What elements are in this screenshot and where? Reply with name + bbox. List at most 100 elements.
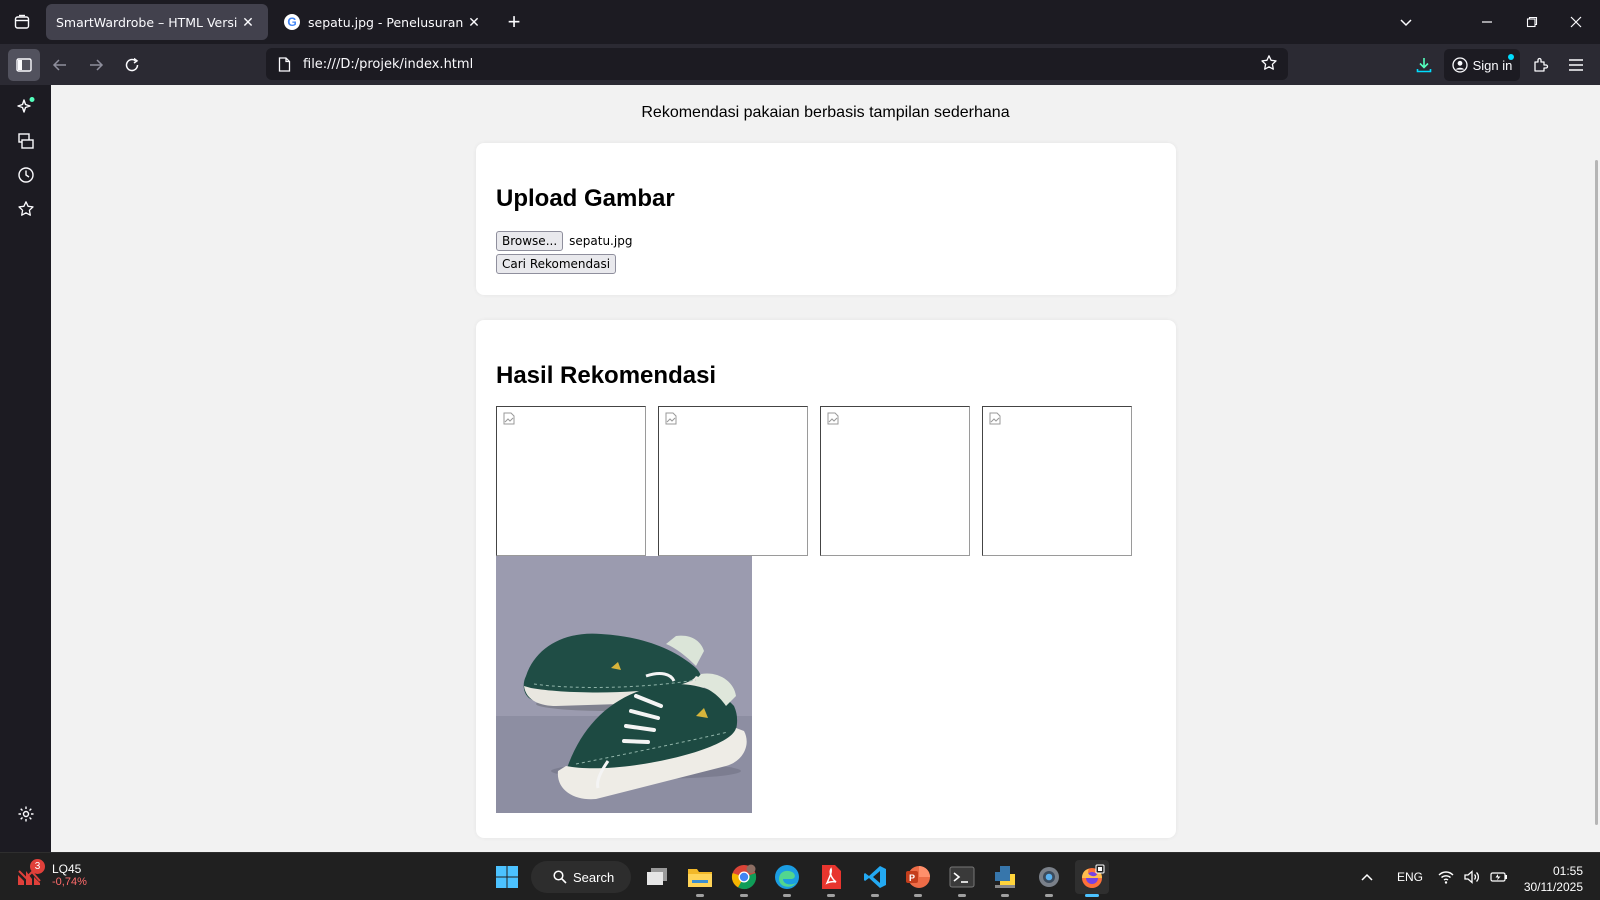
tab-strip: SmartWardrobe – HTML Version ✕ G sepatu.… [0, 0, 1600, 44]
page-scrollbar[interactable] [1595, 160, 1598, 825]
minimize-button[interactable] [1470, 6, 1504, 38]
tab-google-search[interactable]: G sepatu.jpg - Penelusuran Google ✕ [274, 4, 494, 40]
broken-image-icon [503, 412, 515, 425]
gear-icon [18, 806, 34, 822]
url-bar[interactable]: file:///D:/projek/index.html [266, 48, 1288, 80]
reload-button[interactable] [116, 49, 148, 81]
sidebar-icon [16, 58, 32, 72]
broken-image-icon [989, 412, 1001, 425]
sparkle-icon [17, 97, 35, 113]
tab-title: sepatu.jpg - Penelusuran Google [308, 14, 464, 30]
menu-button[interactable] [1560, 49, 1592, 81]
download-icon [1416, 58, 1432, 73]
broken-image[interactable] [982, 406, 1132, 556]
system-clock[interactable]: 01:55 30/11/2025 [1524, 863, 1583, 895]
extensions-button[interactable] [1525, 49, 1557, 81]
running-indicator [740, 894, 748, 897]
close-window-button[interactable] [1559, 6, 1593, 38]
selected-filename: sepatu.jpg [569, 234, 633, 248]
firefox-button[interactable] [1075, 860, 1109, 897]
terminal-button[interactable] [945, 860, 979, 897]
broken-image[interactable] [658, 406, 808, 556]
stock-widget[interactable]: 3 LQ45 -0,74% [16, 859, 87, 889]
start-button[interactable] [490, 860, 524, 894]
taskbar-search[interactable]: Search [531, 861, 631, 893]
powerpoint-icon: P [906, 866, 930, 888]
powerpoint-button[interactable]: P [901, 860, 935, 897]
new-tab-button[interactable]: + [500, 8, 528, 36]
wifi-icon [1438, 871, 1454, 884]
settings-button[interactable] [1032, 860, 1066, 897]
forward-button[interactable] [80, 49, 112, 81]
bookmark-star-icon[interactable] [1260, 54, 1278, 72]
history-button[interactable] [12, 161, 40, 189]
back-button[interactable] [44, 49, 76, 81]
browser-sidebar [0, 85, 51, 852]
downloads-button[interactable] [1408, 49, 1440, 81]
synced-tabs-icon [18, 133, 34, 149]
forward-arrow-icon [90, 59, 104, 71]
running-indicator [1045, 894, 1053, 897]
show-hidden-icons[interactable] [1360, 853, 1374, 900]
tab-smartwardrobe[interactable]: SmartWardrobe – HTML Version ✕ [46, 4, 268, 40]
file-page-icon [278, 56, 291, 72]
search-icon [553, 870, 567, 884]
synced-tabs-button[interactable] [12, 127, 40, 155]
close-tab-icon[interactable]: ✕ [238, 12, 258, 32]
broken-image-icon [665, 412, 677, 425]
running-indicator [696, 894, 704, 897]
star-icon [18, 201, 34, 216]
input-language[interactable]: ENG [1397, 853, 1423, 900]
active-indicator [1085, 894, 1099, 897]
chevron-down-icon [1400, 19, 1412, 27]
google-icon: G [284, 14, 300, 30]
edge-button[interactable] [770, 860, 804, 897]
ticker-name: LQ45 [52, 862, 82, 876]
tabs-icon [14, 14, 30, 29]
file-explorer-button[interactable] [683, 860, 717, 897]
search-recommendation-button[interactable]: Cari Rekomendasi [496, 254, 617, 274]
page-content: Rekomendasi pakaian berbasis tampilan se… [51, 85, 1600, 852]
quick-settings[interactable] [1438, 853, 1508, 900]
svg-text:P: P [909, 873, 915, 883]
running-indicator [871, 894, 879, 897]
pdf-reader-button[interactable] [814, 860, 848, 897]
ai-chatbot-button[interactable] [12, 92, 40, 120]
uploaded-shoe-photo[interactable] [496, 556, 752, 813]
volume-icon [1464, 870, 1480, 884]
sign-in-label: Sign in [1472, 57, 1513, 73]
tab-list-button[interactable] [8, 8, 36, 36]
chrome-button[interactable] [727, 860, 761, 897]
sidebar-settings-button[interactable] [12, 800, 40, 828]
results-card: Hasil Rekomendasi [476, 320, 1176, 838]
broken-image[interactable] [496, 406, 646, 556]
running-indicator [958, 894, 966, 897]
upload-heading: Upload Gambar [496, 185, 675, 212]
bookmarks-button[interactable] [12, 195, 40, 223]
battery-charging-icon [1490, 872, 1507, 882]
broken-image[interactable] [820, 406, 970, 556]
puzzle-icon [1534, 57, 1549, 72]
restore-button[interactable] [1515, 6, 1549, 38]
sidebar-toggle-button[interactable] [8, 49, 40, 81]
restore-icon [1526, 16, 1538, 28]
page-subtitle: Rekomendasi pakaian berbasis tampilan se… [641, 104, 1010, 121]
navigation-toolbar: file:///D:/projek/index.html Sign in [0, 44, 1600, 85]
list-all-tabs-button[interactable] [1389, 6, 1423, 38]
close-tab-icon[interactable]: ✕ [464, 12, 484, 32]
url-text: file:///D:/projek/index.html [303, 56, 474, 72]
chevron-up-icon [1361, 873, 1373, 881]
browse-button[interactable]: Browse... [496, 231, 564, 251]
back-arrow-icon [52, 59, 66, 71]
vscode-button[interactable] [858, 860, 892, 897]
vscode-icon [864, 866, 886, 888]
running-indicator [827, 894, 835, 897]
running-indicator [783, 894, 791, 897]
language-label: ENG [1397, 870, 1424, 884]
broken-image-icon [827, 412, 839, 425]
tab-title: SmartWardrobe – HTML Version [56, 14, 238, 30]
sign-in-button[interactable]: Sign in [1444, 49, 1520, 81]
task-view-button[interactable] [640, 860, 674, 894]
file-input[interactable]: Browse... sepatu.jpg [496, 231, 632, 251]
python-button[interactable] [988, 860, 1022, 897]
